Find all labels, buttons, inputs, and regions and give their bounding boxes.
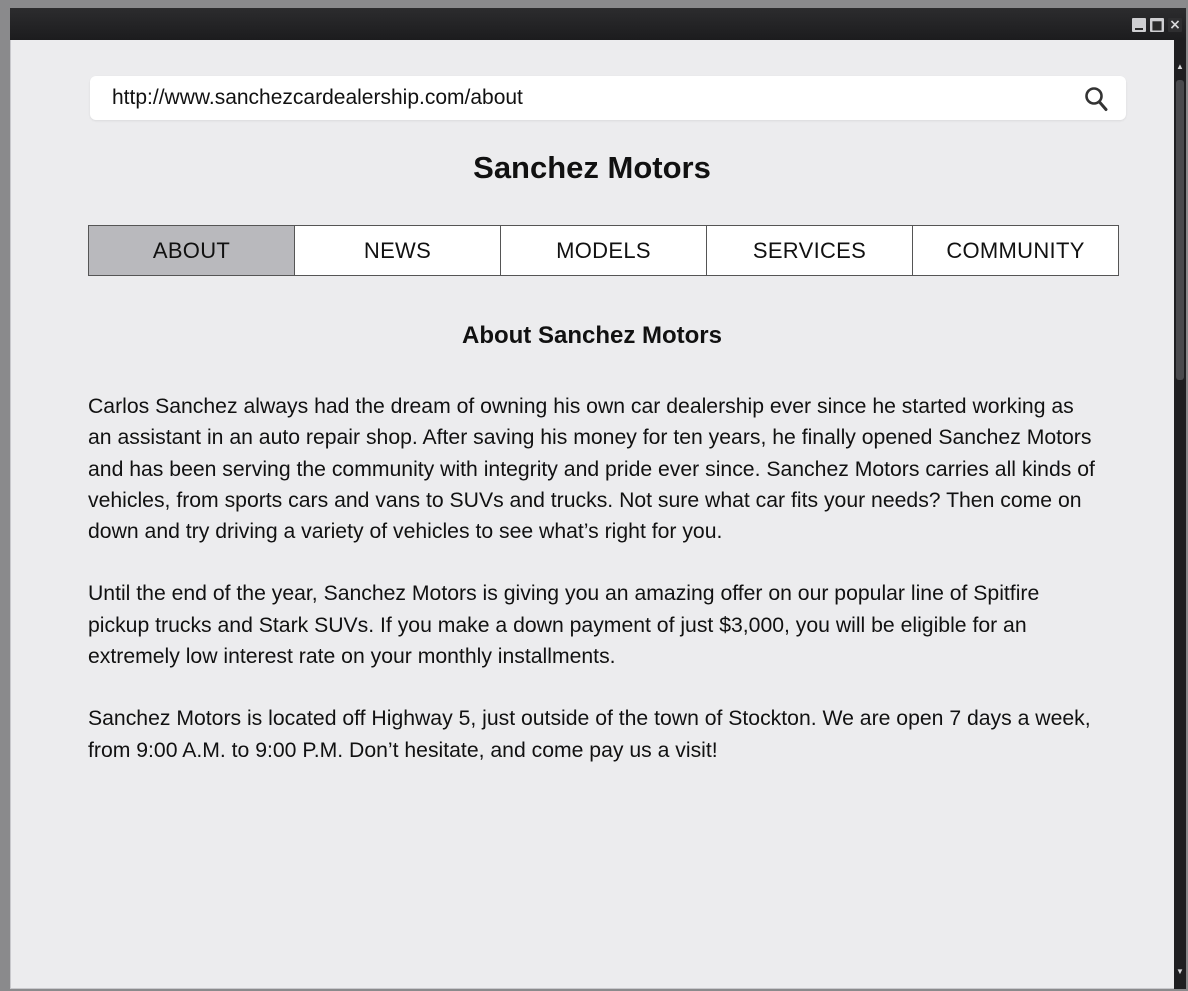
address-bar[interactable]: http://www.sanchezcardealership.com/abou… — [90, 76, 1126, 120]
vertical-scrollbar[interactable]: ▲ ▼ — [1174, 40, 1186, 989]
tab-news[interactable]: NEWS — [295, 226, 501, 275]
tab-community[interactable]: COMMUNITY — [913, 226, 1118, 275]
scroll-thumb[interactable] — [1176, 80, 1184, 380]
section-heading: About Sanchez Motors — [461, 322, 722, 349]
browser-window: ■ × ▲ ▼ http://www.sanchezcardealership.… — [10, 8, 1186, 989]
tab-models[interactable]: MODELS — [501, 226, 707, 275]
title-bar: ■ × — [10, 8, 1186, 40]
paragraph-offer: Until the end of the year, Sanchez Motor… — [88, 582, 1040, 669]
scroll-up-icon[interactable]: ▲ — [1174, 60, 1186, 74]
maximize-icon[interactable]: ■ — [1150, 18, 1164, 32]
main-nav: ABOUT NEWS MODELS SERVICES COMMUNITY — [88, 225, 1119, 276]
paragraph-history: Carlos Sanchez always had the dream of o… — [88, 395, 1095, 544]
about-content: Carlos Sanchez always had the dream of o… — [88, 391, 1098, 797]
paragraph-location: Sanchez Motors is located off Highway 5,… — [88, 707, 1091, 762]
site-title: Sanchez Motors — [473, 150, 711, 185]
tab-about[interactable]: ABOUT — [89, 226, 295, 275]
tab-services[interactable]: SERVICES — [707, 226, 913, 275]
minimize-icon[interactable] — [1132, 18, 1146, 32]
scroll-down-icon[interactable]: ▼ — [1174, 965, 1186, 979]
window-controls: ■ × — [1132, 18, 1182, 32]
search-icon[interactable] — [1084, 86, 1108, 112]
url-text[interactable]: http://www.sanchezcardealership.com/abou… — [112, 76, 523, 120]
close-icon[interactable]: × — [1168, 18, 1182, 32]
